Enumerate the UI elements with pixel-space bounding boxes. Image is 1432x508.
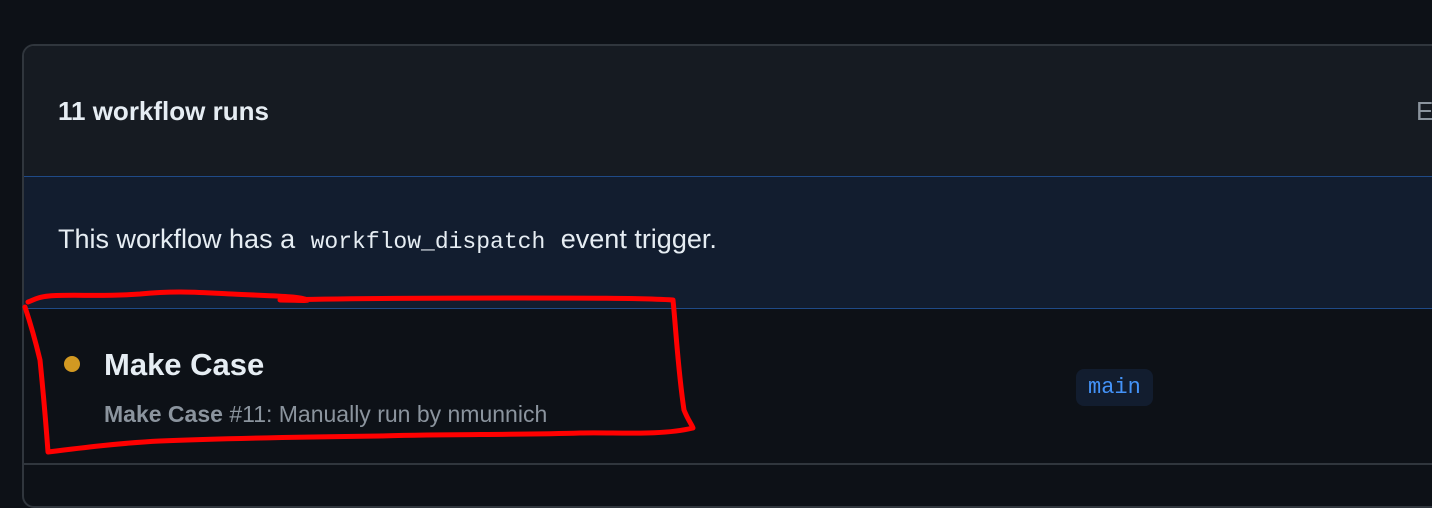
dispatch-banner-text: This workflow has a workflow_dispatch ev… [58,224,717,255]
dispatch-event-code: workflow_dispatch [310,229,546,255]
run-detail: #11: Manually run by nmunnich [229,401,548,427]
panel-header: 11 workflow runs E [24,46,1432,177]
in-progress-status-icon [64,356,80,372]
run-meta: Make Case #11: Manually run by nmunnich [104,401,547,428]
workflow-runs-count: 11 workflow runs [58,96,269,126]
run-title[interactable]: Make Case [104,347,264,383]
header-right-clipped-text[interactable]: E [1416,96,1432,127]
workflow-run-row[interactable]: Make Case Make Case #11: Manually run by… [24,309,1432,465]
branch-badge[interactable]: main [1076,369,1153,406]
run-workflow-name: Make Case [104,401,223,427]
workflow-dispatch-banner: This workflow has a workflow_dispatch ev… [24,176,1432,309]
dispatch-text-before: This workflow has a [58,224,296,254]
workflow-runs-panel: 11 workflow runs E This workflow has a w… [22,44,1432,508]
dispatch-text-after: event trigger. [560,224,717,254]
